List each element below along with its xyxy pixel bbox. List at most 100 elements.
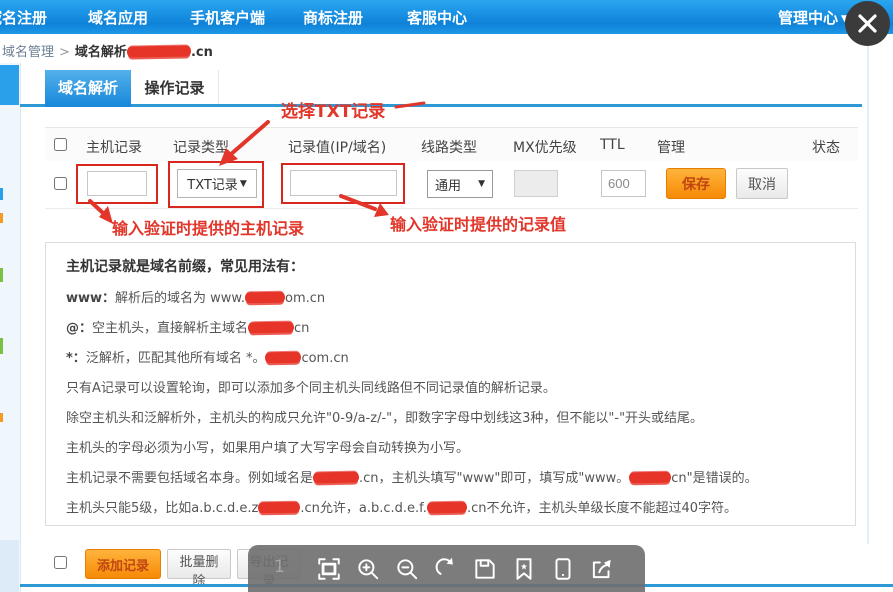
redacted-text-scribble: [258, 502, 300, 514]
annotation-value-hint: 输入验证时提供的记录值: [390, 211, 566, 235]
record-type-value: TXT记录: [187, 174, 238, 193]
strip-fragment: [0, 268, 3, 282]
help-text: .cn，主机头填写"www"即可，填写成"www。: [359, 471, 629, 486]
mx-priority-input-disabled: [514, 170, 558, 197]
device-icon[interactable]: [550, 556, 576, 582]
help-line: 只有A记录可以设置轮询，即可以添加多个同主机头同线路但不同记录值的解析记录。: [66, 382, 839, 395]
help-line: *：泛解析，匹配其他所有域名 *。 com.cn: [66, 352, 839, 365]
rotate-icon[interactable]: [433, 556, 459, 582]
ttl-input[interactable]: [601, 170, 646, 197]
help-line: 主机头的字母必须为小写，如果用户填了大写字母会自动转换为小写。: [66, 442, 839, 455]
nav-item-trademark[interactable]: 商标注册: [303, 7, 363, 28]
redacted-text-scribble: [629, 472, 671, 484]
annotation-host-hint: 输入验证时提供的主机记录: [112, 215, 304, 239]
nav-account-label: 管理中心: [778, 9, 838, 27]
strip-fragment: [0, 213, 3, 223]
breadcrumb-domain-suffix: .cn: [191, 45, 213, 60]
redacted-text-scribble: [313, 472, 359, 484]
redacted-text-scribble: [265, 352, 301, 364]
breadcrumb-domain-manage[interactable]: 域名管理: [2, 45, 54, 60]
strip-fragment: [0, 338, 3, 354]
help-text: 空主机头，直接解析主域名: [92, 321, 248, 336]
col-manage: 管理: [657, 137, 685, 157]
save-button[interactable]: 保存: [666, 168, 726, 199]
close-icon: [845, 1, 890, 46]
help-text: .cn不允许，主机头单级长度不能超过40字符。: [467, 501, 737, 516]
underlying-selected-item: [0, 65, 19, 105]
cancel-button[interactable]: 取消: [736, 168, 788, 199]
save-icon[interactable]: [472, 556, 498, 582]
help-text: 主机头只能5级，比如a.b.c.d.e.z: [66, 501, 258, 516]
image-viewer-toolbar: 1: [248, 545, 645, 592]
host-record-input[interactable]: [87, 171, 147, 196]
breadcrumb: 域名管理 > 域名解析 .cn: [2, 41, 213, 60]
help-line: 主机头只能5级，比如a.b.c.d.e.z .cn允许，a.b.c.d.e.f..…: [66, 502, 839, 515]
panel-right-edge: [867, 38, 869, 544]
help-text: cn"是错误的。: [671, 471, 757, 486]
breadcrumb-separator: >: [59, 45, 70, 60]
fit-screen-icon[interactable]: [316, 556, 342, 582]
redacted-text-scribble: [248, 322, 294, 334]
help-text: *：: [66, 351, 86, 366]
nav-account-menu[interactable]: 管理中心▼: [778, 7, 848, 28]
help-line: 除空主机头和泛解析外，主机头的构成只允许"0-9/a-z/-"，即数字字母中划线…: [66, 412, 839, 425]
help-text: 除空主机头和泛解析外，主机头的构成只允许"0-9/a-z/-"，即数字字母中划线…: [66, 411, 703, 426]
tab-operation-log[interactable]: 操作记录: [131, 70, 219, 107]
chevron-down-icon: ▼: [240, 179, 247, 189]
redacted-text-scribble: [427, 502, 467, 514]
help-text: cn: [294, 321, 309, 336]
zoom-out-icon[interactable]: [394, 556, 420, 582]
bookmark-icon[interactable]: [511, 556, 537, 582]
tab-dns-resolution[interactable]: 域名解析: [45, 70, 131, 107]
strip-fragment: [0, 540, 19, 592]
annotation-select-txt: 选择TXT记录: [281, 97, 385, 122]
nav-item-mobile-client[interactable]: 手机客户端: [190, 7, 265, 28]
nav-item-domain-register[interactable]: 域名注册: [0, 7, 47, 28]
domain-dns-page: 域名注册 域名应用 手机客户端 商标注册 客服中心 管理中心▼ 域名管理>域名解…: [0, 0, 893, 592]
help-text: .cn允许，a.b.c.d.e.f.: [300, 501, 427, 516]
top-navbar: 域名注册 域名应用 手机客户端 商标注册 客服中心 管理中心▼: [0, 0, 893, 34]
col-ttl: TTL: [600, 137, 625, 153]
line-type-select[interactable]: 通用 ▼: [427, 170, 493, 198]
help-text: 只有A记录可以设置轮询，即可以添加多个同主机头同线路但不同记录值的解析记录。: [66, 381, 556, 396]
batch-delete-button[interactable]: 批量删除: [167, 549, 231, 579]
tab-underline: [20, 104, 862, 107]
new-record-row: TXT记录▼ 通用▼ 保存 取消: [45, 161, 858, 209]
col-record-value: 记录值(IP/域名): [288, 137, 386, 157]
chevron-down-icon: ▼: [478, 179, 485, 189]
help-line: 主机记录不需要包括域名本身。例如域名是 .cn，主机头填写"www"即可，填写成"…: [66, 472, 839, 485]
select-all-checkbox[interactable]: [54, 138, 67, 151]
help-text: www：: [66, 291, 115, 306]
col-mx-priority: MX优先级: [513, 137, 577, 157]
record-value-input[interactable]: [290, 170, 397, 196]
nav-item-support[interactable]: 客服中心: [407, 7, 467, 28]
share-icon[interactable]: [589, 556, 615, 582]
help-panel: 主机记录就是域名前缀，常见用法有： www：解析后的域名为 www.om.cn@…: [45, 242, 856, 526]
line-type-value: 通用: [435, 175, 461, 194]
col-host-record: 主机记录: [86, 137, 142, 157]
col-line-type: 线路类型: [421, 137, 477, 157]
help-lines: www：解析后的域名为 www.om.cn@：空主机头，直接解析主域名cn*：泛…: [66, 292, 839, 515]
close-button[interactable]: [845, 1, 890, 46]
help-line: @：空主机头，直接解析主域名 cn: [66, 322, 839, 335]
breadcrumb-page-title: 域名解析: [75, 45, 127, 60]
add-record-button[interactable]: 添加记录: [85, 549, 161, 579]
footer-select-all-checkbox[interactable]: [54, 556, 67, 569]
help-text: @：: [66, 321, 92, 336]
page-indicator: 1: [274, 557, 285, 577]
col-status: 状态: [812, 137, 840, 157]
row-checkbox[interactable]: [54, 177, 67, 190]
redacted-text-scribble: [245, 292, 285, 304]
underlying-page-strip: [0, 63, 21, 592]
help-text: om.cn: [285, 291, 325, 306]
help-text: com.cn: [301, 351, 348, 366]
help-text: 主机记录不需要包括域名本身。例如域名是: [66, 471, 313, 486]
nav-item-domain-apps[interactable]: 域名应用: [88, 7, 148, 28]
strip-fragment: [0, 413, 3, 422]
zoom-in-icon[interactable]: [355, 556, 381, 582]
record-type-select[interactable]: TXT记录▼: [177, 169, 257, 198]
redacted-domain-scribble: [127, 45, 191, 57]
help-text: 泛解析，匹配其他所有域名 *。: [86, 351, 266, 366]
table-header-row: 主机记录 记录类型 记录值(IP/域名) 线路类型 MX优先级 TTL 管理 状…: [45, 127, 858, 162]
strip-fragment: [0, 188, 3, 200]
